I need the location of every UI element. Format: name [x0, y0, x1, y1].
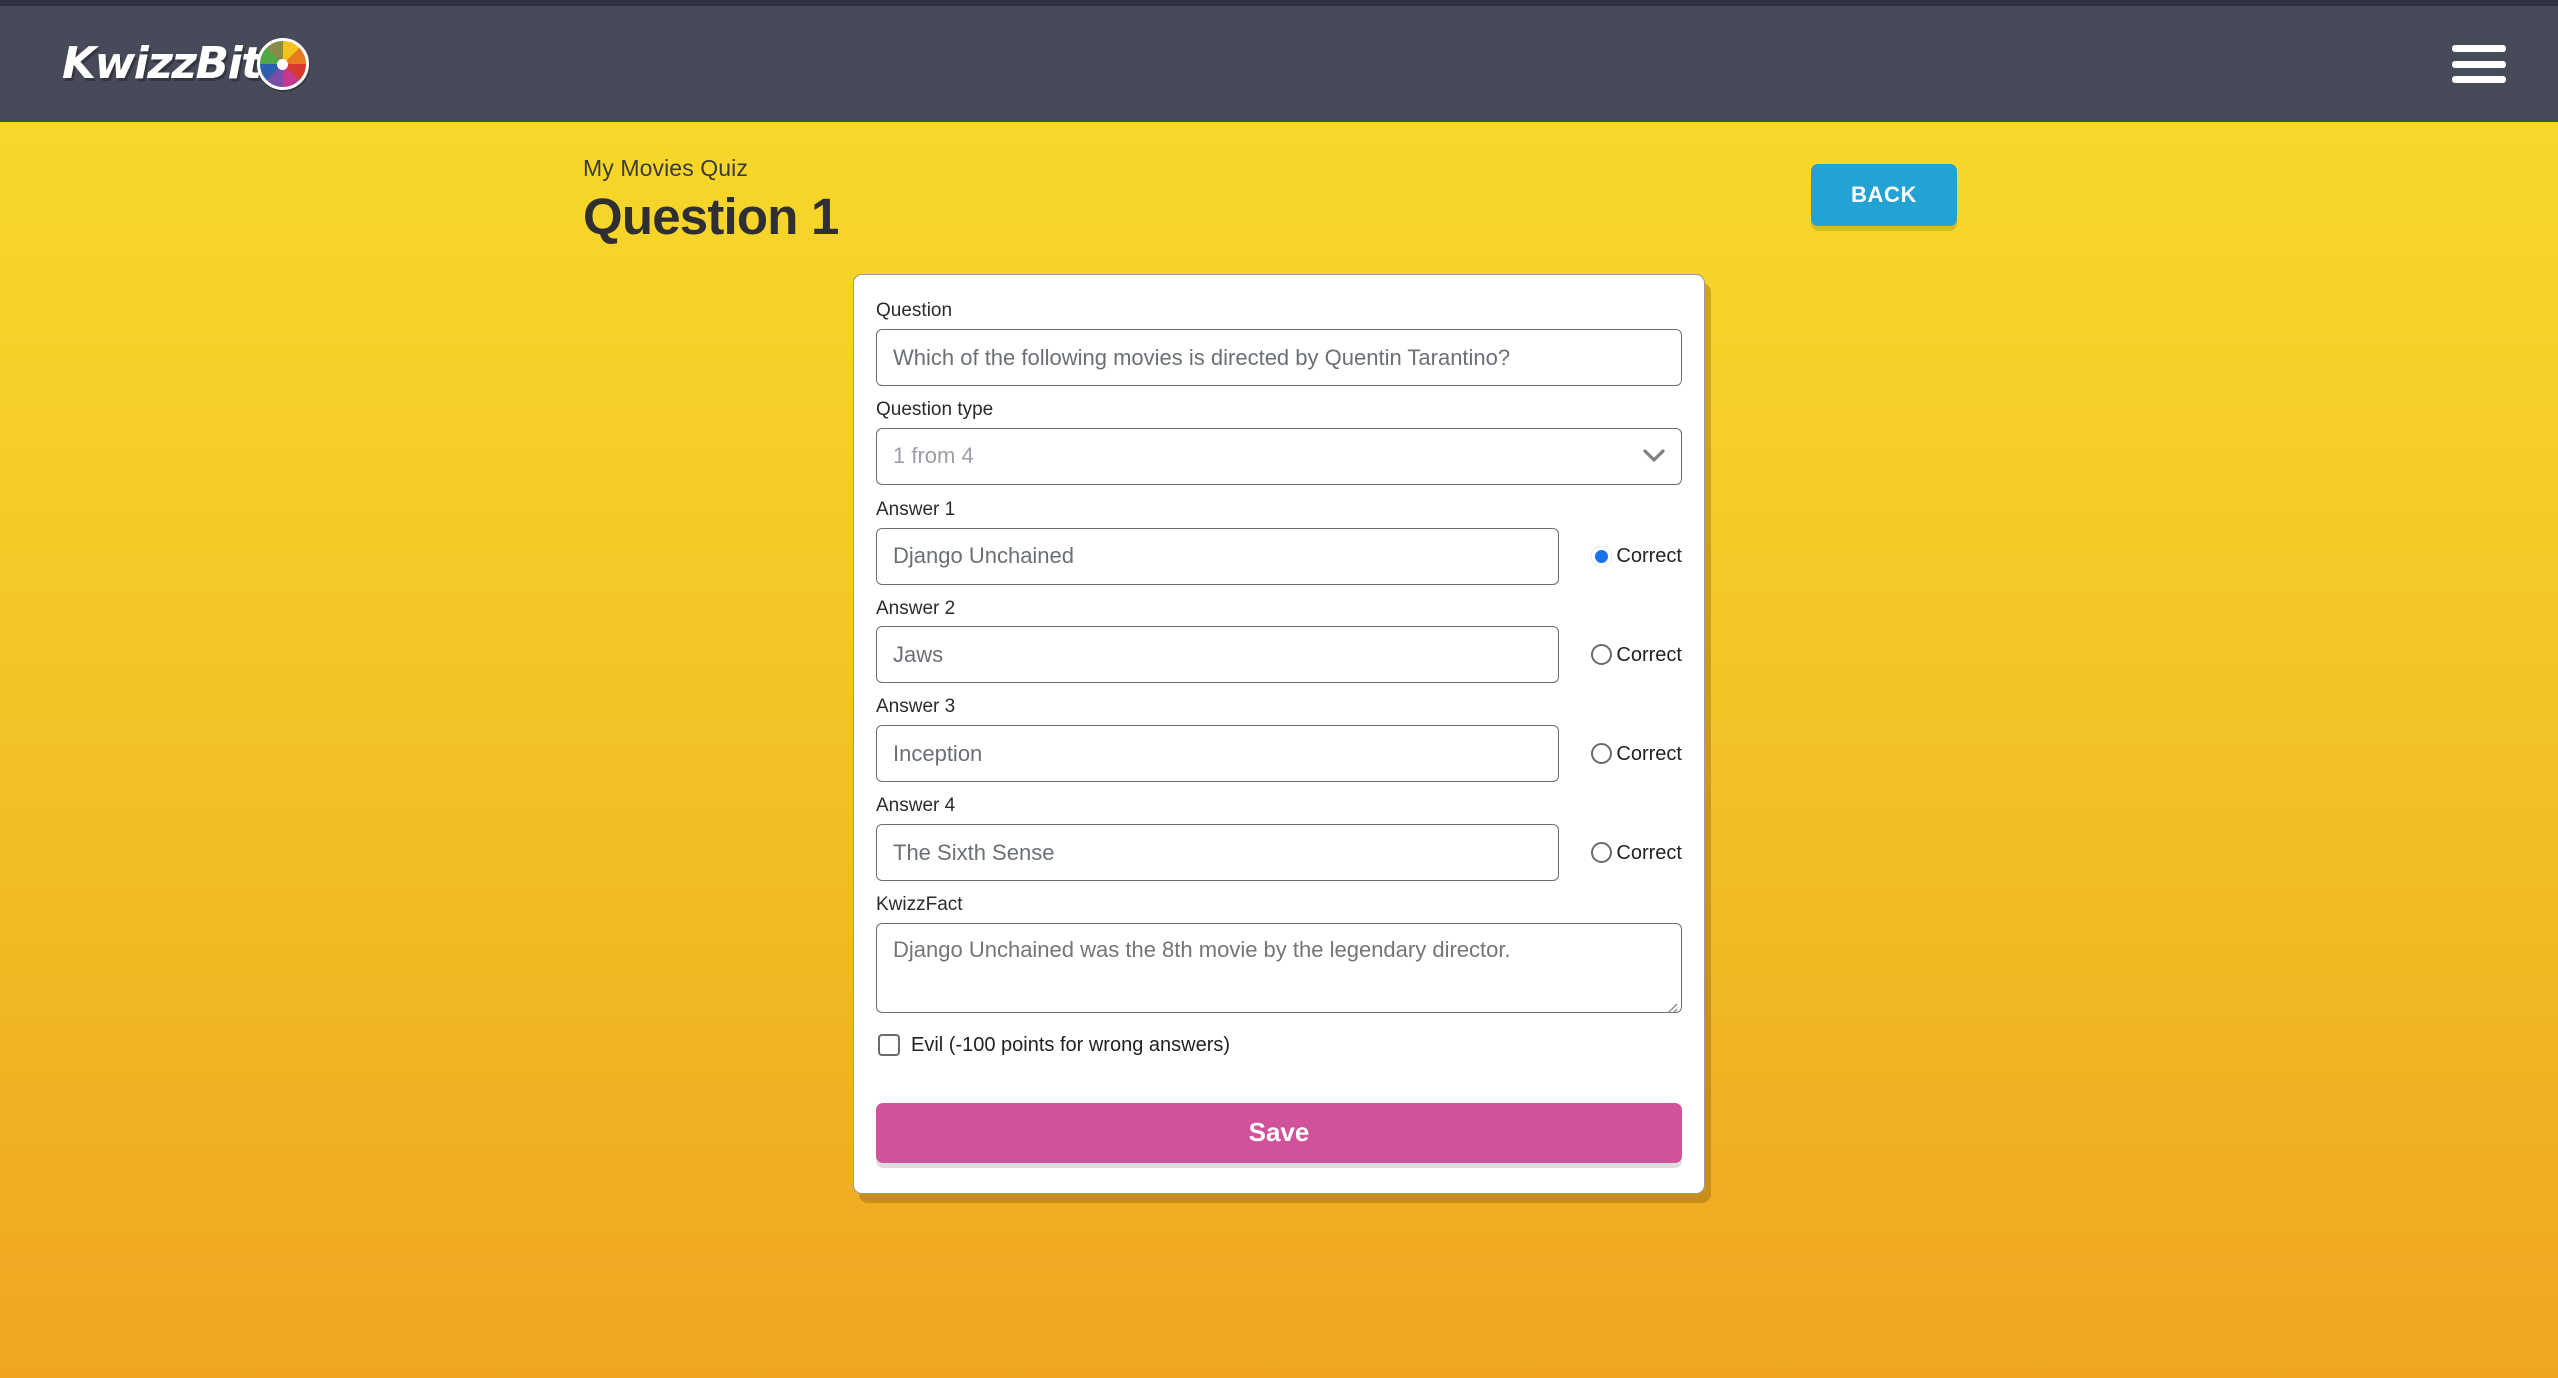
radio-icon: [1591, 644, 1613, 666]
radio-icon: [1591, 743, 1613, 765]
question-type-select[interactable]: 1 from 4: [876, 427, 1682, 485]
radio-icon: [1591, 842, 1613, 864]
quiz-name: My Movies Quiz: [583, 155, 748, 181]
answer-4-label: Answer 4: [876, 795, 956, 817]
answer-2-label: Answer 2: [876, 597, 956, 619]
answer-2-field-group: Answer 2 Correct: [876, 598, 1682, 684]
kwizzfact-label: KwizzFact: [876, 894, 963, 916]
page-title: Question 1: [583, 188, 839, 246]
question-type-value: 1 from 4: [893, 443, 974, 469]
hamburger-bar-2: [2452, 60, 2506, 68]
question-field-group: Question: [876, 300, 1682, 387]
answer-1-label: Answer 1: [876, 498, 956, 520]
answer-1-correct-label: Correct: [1616, 545, 1682, 568]
save-button[interactable]: Save: [876, 1102, 1682, 1163]
answer-1-field-group: Answer 1 Correct: [876, 499, 1682, 585]
title-block: My Movies Quiz Question 1: [583, 155, 839, 246]
question-type-select-wrap: 1 from 4: [876, 427, 1682, 485]
question-type-field-group: Question type 1 from 4: [876, 399, 1682, 485]
question-form-card: Question Question type 1 from 4: [853, 274, 1705, 1194]
answer-4-correct-label: Correct: [1616, 841, 1682, 864]
hamburger-bar-3: [2452, 76, 2506, 83]
answer-2-correct-label: Correct: [1616, 643, 1682, 666]
answer-3-row: Correct: [876, 725, 1682, 783]
question-type-label: Question type: [876, 399, 994, 421]
question-input[interactable]: [876, 329, 1682, 387]
answer-4-input[interactable]: [876, 824, 1560, 882]
question-label: Question: [876, 300, 953, 322]
answer-1-row: Correct: [876, 527, 1682, 585]
answer-2-correct-radio[interactable]: Correct: [1591, 643, 1682, 666]
answer-1-input[interactable]: [876, 527, 1560, 585]
answer-1-correct-radio[interactable]: Correct: [1591, 545, 1682, 568]
evil-checkbox-row[interactable]: Evil (-100 points for wrong answers): [878, 1033, 1682, 1056]
answer-2-input[interactable]: [876, 626, 1560, 684]
app-header: KwizzBit: [0, 6, 2558, 122]
answer-2-row: Correct: [876, 626, 1682, 684]
color-wheel-icon: [256, 38, 309, 90]
answer-4-correct-radio[interactable]: Correct: [1591, 841, 1682, 864]
evil-checkbox-label: Evil (-100 points for wrong answers): [911, 1033, 1231, 1056]
checkbox-icon: [878, 1033, 900, 1056]
answer-3-field-group: Answer 3 Correct: [876, 696, 1682, 783]
answer-4-row: Correct: [876, 824, 1682, 882]
hamburger-bar-1: [2452, 45, 2506, 52]
radio-icon-selected: [1591, 545, 1613, 567]
answer-3-correct-radio[interactable]: Correct: [1591, 742, 1682, 765]
page-body: My Movies Quiz Question 1 BACK Question …: [0, 122, 2558, 1194]
brand-name: KwizzBit: [62, 38, 262, 89]
answer-3-label: Answer 3: [876, 696, 956, 718]
kwizzfact-textarea[interactable]: [876, 922, 1682, 1013]
page-header-row: My Movies Quiz Question 1 BACK: [583, 155, 1975, 246]
answer-4-field-group: Answer 4 Correct: [876, 795, 1682, 882]
kwizzfact-field-group: KwizzFact: [876, 894, 1682, 1018]
back-button[interactable]: BACK: [1811, 164, 1957, 226]
hamburger-menu-icon[interactable]: [2452, 43, 2506, 85]
answer-3-input[interactable]: [876, 725, 1560, 783]
kwizzfact-textarea-wrap: [876, 922, 1682, 1018]
answer-3-correct-label: Correct: [1616, 742, 1682, 765]
brand-logo[interactable]: KwizzBit: [62, 38, 309, 90]
page-container: My Movies Quiz Question 1 BACK Question …: [583, 155, 1975, 1194]
